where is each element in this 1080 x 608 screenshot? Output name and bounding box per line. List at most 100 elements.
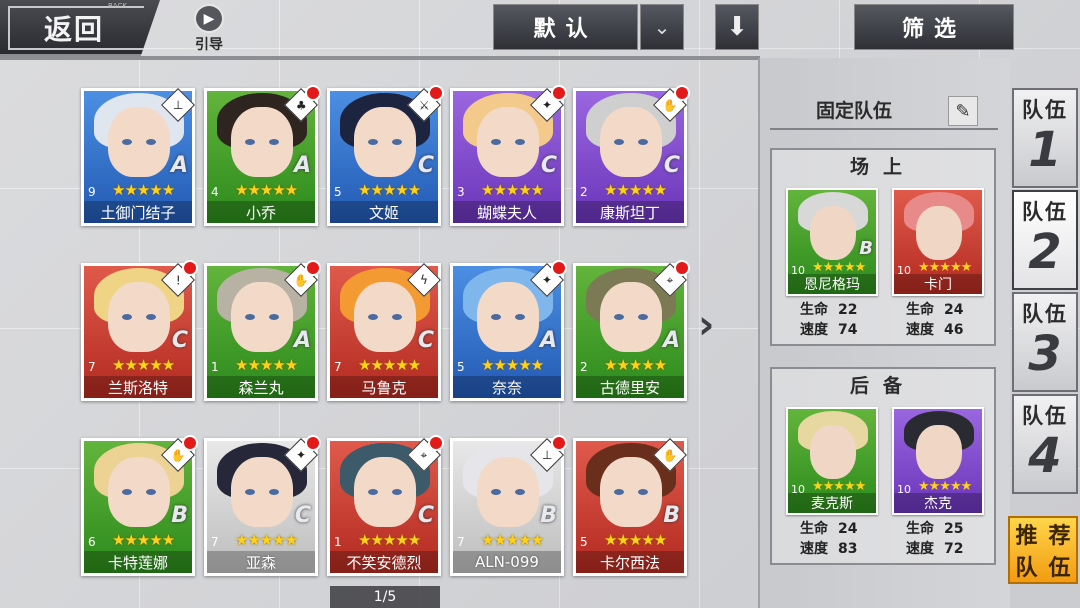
hero-card[interactable]: ✋ B 6 ★★★★★ 卡特莲娜: [81, 435, 198, 576]
hero-rank: B: [663, 503, 680, 528]
sort-order-button[interactable]: ⬇: [715, 4, 759, 50]
hero-card[interactable]: ✋ A 1 ★★★★★ 森兰丸: [204, 260, 321, 401]
hero-eye: [638, 314, 648, 320]
speed-value: 46: [944, 322, 964, 338]
hero-level: 7: [457, 535, 465, 549]
hero-face: [231, 107, 293, 177]
tab-team-4[interactable]: 队伍 4: [1012, 394, 1078, 494]
hero-rank: A: [539, 328, 557, 353]
hero-eye: [392, 314, 402, 320]
hero-face: [916, 425, 962, 479]
sort-button[interactable]: 默认: [493, 4, 638, 50]
hero-level: 7: [334, 360, 342, 374]
tab-team-2[interactable]: 队伍 2: [1012, 190, 1078, 290]
filter-button[interactable]: 筛选: [854, 4, 1014, 50]
hero-stars: ★★★★★: [481, 356, 544, 374]
hero-card[interactable]: ! C 7 ★★★★★ 兰斯洛特: [81, 260, 198, 401]
hero-name: 马鲁克: [330, 376, 438, 398]
team-hero-card[interactable]: 10 ★★★★★ 杰克: [892, 407, 984, 515]
hero-level: 5: [334, 185, 342, 199]
hero-eye: [392, 139, 402, 145]
hero-name: 文姬: [330, 201, 438, 223]
hero-face: [600, 282, 662, 352]
hero-name: 小乔: [207, 201, 315, 223]
team-tab-number: 3: [1028, 326, 1062, 382]
hero-card[interactable]: ✦ C 3 ★★★★★ 蝴蝶夫人: [450, 85, 567, 226]
hero-rank: C: [663, 153, 680, 178]
hero-rank: A: [170, 153, 188, 178]
hero-stars: ★★★★★: [112, 356, 175, 374]
hero-eye: [122, 489, 132, 495]
reserve-title: 后备: [849, 374, 916, 397]
speed-value: 72: [944, 541, 964, 557]
hero-card[interactable]: ϟ C 7 ★★★★★ 马鲁克: [327, 263, 441, 401]
hero-card[interactable]: ⌖ A 2 ★★★★★ 古德里安: [573, 260, 690, 401]
hero-card[interactable]: ⊥ A 9 ★★★★★ 土御门结子: [81, 88, 195, 226]
hero-eye: [269, 489, 279, 495]
recommend-team-button[interactable]: 推 荐 队 伍: [1008, 516, 1078, 584]
hero-face: [600, 457, 662, 527]
hero-rank: C: [417, 503, 434, 528]
hero-face: [108, 107, 170, 177]
hp-value: 24: [838, 521, 858, 537]
hero-stars: ★★★★★: [918, 260, 972, 275]
hero-face: [108, 457, 170, 527]
hero-level: 1: [211, 360, 219, 374]
front-line-section: 场上 B 10 ★★★★★ 恩尼格玛 生命 22 速度 74 10 ★★★★★ 卡门…: [770, 148, 996, 346]
hero-level: 9: [88, 185, 96, 199]
speed-label: 速度: [906, 322, 934, 338]
guide-button[interactable]: ▶ 引导: [186, 4, 232, 54]
hero-card[interactable]: ✦ A 5 ★★★★★ 奈奈: [450, 260, 567, 401]
hero-stars: ★★★★★: [604, 531, 667, 549]
team-hero-card[interactable]: 10 ★★★★★ 麦克斯: [786, 407, 878, 515]
speed-label: 速度: [800, 541, 828, 557]
hero-eye: [515, 314, 525, 320]
notification-dot: [551, 435, 567, 451]
hero-rank: C: [417, 328, 434, 353]
hero-level: 6: [88, 535, 96, 549]
hero-face: [477, 282, 539, 352]
team-hero-card[interactable]: B 10 ★★★★★ 恩尼格玛: [786, 188, 878, 296]
hero-eye: [269, 314, 279, 320]
hero-eye: [515, 489, 525, 495]
speed-label: 速度: [906, 541, 934, 557]
hero-face: [477, 457, 539, 527]
hero-level: 1: [334, 535, 342, 549]
hero-stats: 生命 24 速度 46: [906, 300, 963, 340]
hero-eye: [491, 139, 501, 145]
hero-stars: ★★★★★: [358, 356, 421, 374]
team-hero-card[interactable]: 10 ★★★★★ 卡门: [892, 188, 984, 296]
hero-stats: 生命 22 速度 74: [800, 300, 857, 340]
notification-dot: [674, 85, 690, 101]
hero-card[interactable]: ⌖ C 1 ★★★★★ 不笑安德烈: [327, 435, 444, 576]
tab-team-3[interactable]: 队伍 3: [1012, 292, 1078, 392]
hero-card[interactable]: ⚔ C 5 ★★★★★ 文姬: [327, 85, 444, 226]
hero-card[interactable]: ✋ B 5 ★★★★★ 卡尔西法: [573, 438, 687, 576]
hero-rank: C: [540, 153, 557, 178]
hero-name: 杰克: [894, 493, 982, 513]
tab-team-1[interactable]: 队伍 1: [1012, 88, 1078, 188]
hero-card[interactable]: ♣ A 4 ★★★★★ 小乔: [204, 85, 321, 226]
hero-stars: ★★★★★: [812, 260, 866, 275]
hero-name: 恩尼格玛: [788, 274, 876, 294]
hero-card[interactable]: ⊥ B 7 ★★★★★ ALN-099: [450, 435, 567, 576]
hero-face: [477, 107, 539, 177]
team-tab-label: 队伍: [1022, 302, 1068, 326]
team-tab-number: 4: [1028, 428, 1062, 484]
hero-stars: ★★★★★: [358, 531, 421, 549]
hero-rank: B: [859, 238, 873, 259]
speed-label: 速度: [800, 322, 828, 338]
edit-team-button[interactable]: ✎: [948, 96, 978, 126]
hero-eye: [638, 489, 648, 495]
team-tab-label: 队伍: [1022, 98, 1068, 122]
hero-face: [231, 457, 293, 527]
hero-card[interactable]: ✦ C 7 ★★★★★ 亚森: [204, 435, 321, 576]
hero-rank: B: [171, 503, 188, 528]
hero-stars: ★★★★★: [112, 531, 175, 549]
back-button[interactable]: 返回 BACK: [0, 0, 160, 56]
hero-eye: [614, 489, 624, 495]
guide-label: 引导: [195, 37, 223, 53]
notification-dot: [551, 260, 567, 276]
hero-card[interactable]: ✋ C 2 ★★★★★ 康斯坦丁: [573, 85, 690, 226]
sort-dropdown-button[interactable]: ⌄: [640, 4, 684, 50]
